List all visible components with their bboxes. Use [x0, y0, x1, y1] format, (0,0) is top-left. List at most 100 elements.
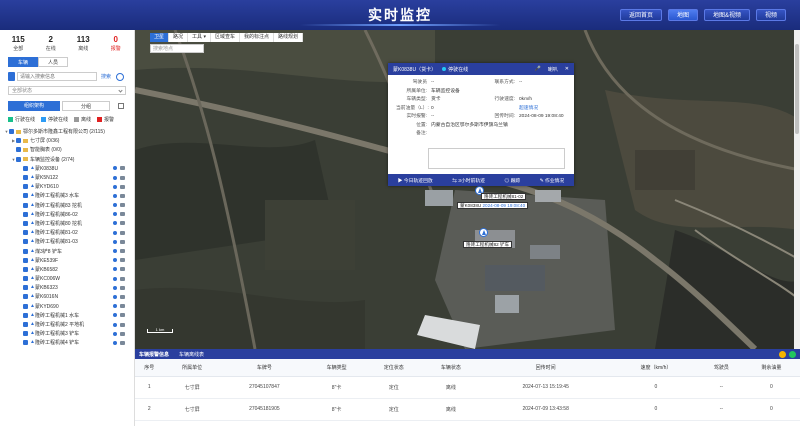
- tree-checkbox[interactable]: [23, 266, 28, 272]
- camera-icon[interactable]: [120, 193, 125, 198]
- search-button[interactable]: 搜索: [101, 73, 111, 80]
- settings-icon[interactable]: [113, 221, 117, 226]
- settings-icon[interactable]: [113, 304, 117, 309]
- camera-icon[interactable]: [120, 294, 125, 299]
- camera-icon[interactable]: [120, 304, 125, 309]
- settings-icon[interactable]: [113, 340, 117, 345]
- search-type-dropdown-icon[interactable]: [8, 72, 15, 81]
- tree-checkbox[interactable]: [23, 220, 28, 226]
- status-select[interactable]: 全部状态: [8, 86, 126, 95]
- tree-checkbox[interactable]: [23, 294, 28, 300]
- tree-checkbox[interactable]: [23, 312, 28, 318]
- tree-checkbox[interactable]: [23, 331, 28, 337]
- tree-checkbox[interactable]: [23, 322, 28, 328]
- tree-vehicle-item[interactable]: ▲ 蒙KYD610: [2, 182, 134, 191]
- satellite-map[interactable]: 卫星 路况 工具 ▾ 区域查车 我的标注点 路线规划 搜索地点 1 km 蒙K0…: [135, 30, 800, 349]
- settings-icon[interactable]: [113, 166, 117, 171]
- settings-icon[interactable]: [113, 184, 117, 189]
- tree-vehicle-item[interactable]: ▲ 隆砖工程机械4 铲车: [2, 338, 134, 347]
- camera-icon[interactable]: [120, 175, 125, 180]
- tab-vehicle-alarms[interactable]: 车辆报警信息: [139, 351, 169, 358]
- camera-icon[interactable]: [120, 313, 125, 318]
- settings-icon[interactable]: [113, 230, 117, 235]
- settings-icon[interactable]: [113, 203, 117, 208]
- scrollbar-thumb[interactable]: [795, 44, 799, 134]
- settings-icon[interactable]: [113, 313, 117, 318]
- tree-vehicle-item[interactable]: ▲ 蒙KB6582: [2, 265, 134, 274]
- settings-icon[interactable]: [113, 294, 117, 299]
- tree-checkbox[interactable]: [9, 129, 14, 135]
- table-row[interactable]: 2 七寸屏 27045181905 8"卡 定位 离线 2024-07-09 13:43:5…: [135, 398, 800, 421]
- vehicle-marker-label[interactable]: 隆砖工程机械81-02: [481, 193, 527, 200]
- settings-icon[interactable]: [113, 331, 117, 336]
- camera-icon[interactable]: [120, 340, 125, 345]
- stat-offline[interactable]: 113 离线: [67, 35, 100, 52]
- org-structure-button[interactable]: 组织架构: [8, 101, 60, 111]
- tree-vehicle-item[interactable]: ▲ 隆砖工程机械81-03: [2, 237, 134, 246]
- tree-vehicle-item[interactable]: ▲ 隆砖工程机械80 挖机: [2, 219, 134, 228]
- map-scrollbar[interactable]: [794, 30, 800, 349]
- camera-icon[interactable]: [120, 166, 125, 171]
- work-status-button[interactable]: ✎ 作业情况: [540, 177, 565, 184]
- remark-textarea[interactable]: [428, 148, 565, 169]
- nav-map-video-button[interactable]: 地图&视频: [703, 9, 750, 21]
- tree-vehicle-item[interactable]: ▲ 蒙K6016N: [2, 292, 134, 301]
- vehicle-marker-icon[interactable]: [479, 228, 488, 237]
- tab-vehicles[interactable]: 车辆: [8, 57, 38, 67]
- tree-vehicle-item[interactable]: ▲ 隆砖工程机械3 水车: [2, 191, 134, 200]
- map-tool-satellite[interactable]: 卫星: [150, 33, 170, 42]
- map-tool-area-search[interactable]: 区域查车: [210, 33, 240, 42]
- settings-icon[interactable]: [113, 193, 117, 198]
- tree-checkbox[interactable]: [23, 193, 28, 199]
- nav-home-button[interactable]: 返回首页: [619, 9, 662, 21]
- camera-icon[interactable]: [120, 267, 125, 272]
- tree-vehicle-item[interactable]: ▲ 隆砖工程机械3 铲车: [2, 329, 134, 338]
- settings-icon[interactable]: [113, 239, 117, 244]
- camera-icon[interactable]: [120, 285, 125, 290]
- tree-checkbox[interactable]: [16, 138, 21, 144]
- tree-checkbox[interactable]: [16, 156, 21, 162]
- stat-alarm[interactable]: 0 报警: [100, 35, 133, 52]
- tree-vehicle-item[interactable]: ▲ 蒙KB6323: [2, 283, 134, 292]
- settings-icon[interactable]: [113, 267, 117, 272]
- settings-icon[interactable]: [113, 322, 117, 327]
- tree-vehicle-item[interactable]: ▲ 隆砖工程机械2 平地机: [2, 320, 134, 329]
- tree-vehicle-item[interactable]: ▲ 隆砖工程机械86-02: [2, 210, 134, 219]
- settings-icon[interactable]: [113, 249, 117, 254]
- settings-icon[interactable]: [113, 212, 117, 217]
- tree-vehicle-item[interactable]: ▲ 隆砖工程机械81-02: [2, 228, 134, 237]
- tree-checkbox[interactable]: [23, 248, 28, 254]
- tree-vehicle-item[interactable]: ▲ 煤3铲8 铲车: [2, 246, 134, 255]
- nav-map-button[interactable]: 地图: [667, 9, 698, 21]
- camera-icon[interactable]: [120, 212, 125, 217]
- close-icon[interactable]: ✕: [565, 66, 569, 72]
- settings-icon[interactable]: [113, 175, 117, 180]
- settings-icon[interactable]: [113, 285, 117, 290]
- settings-icon[interactable]: [113, 258, 117, 263]
- edit-icon[interactable]: [118, 103, 124, 109]
- tree-vehicle-item[interactable]: ▲ 蒙KYD690: [2, 302, 134, 311]
- camera-icon[interactable]: [120, 322, 125, 327]
- map-tool-traffic[interactable]: 路况: [169, 33, 189, 42]
- tree-checkbox[interactable]: [23, 230, 28, 236]
- camera-icon[interactable]: [120, 184, 125, 189]
- tree-checkbox[interactable]: [23, 184, 28, 190]
- tree-group-item[interactable]: 智能胸表 (0/0): [2, 145, 134, 154]
- map-tool-route[interactable]: 路线规划: [273, 33, 303, 42]
- stat-all[interactable]: 115 全部: [2, 35, 35, 52]
- tree-group-item[interactable]: ▼ 鄂尔多斯市隆鑫工程有限公司 (2/115): [2, 127, 134, 136]
- stat-online[interactable]: 2 在线: [35, 35, 68, 52]
- tree-checkbox[interactable]: [23, 175, 28, 181]
- search-input[interactable]: [17, 72, 97, 81]
- group-button[interactable]: 分组: [62, 101, 110, 111]
- camera-icon[interactable]: [120, 258, 125, 263]
- speaker-icon[interactable]: 喇叭: [548, 66, 558, 73]
- tree-group-item[interactable]: ▶ 七寸屏 (0/36): [2, 136, 134, 145]
- tree-checkbox[interactable]: [23, 239, 28, 245]
- map-tool-tools[interactable]: 工具 ▾: [188, 33, 211, 42]
- today-track-playback-button[interactable]: ▶ 今日轨迹回放: [398, 177, 433, 184]
- camera-icon[interactable]: [120, 221, 125, 226]
- tree-checkbox[interactable]: [23, 211, 28, 217]
- tree-checkbox[interactable]: [23, 340, 28, 346]
- tree-checkbox[interactable]: [23, 285, 28, 291]
